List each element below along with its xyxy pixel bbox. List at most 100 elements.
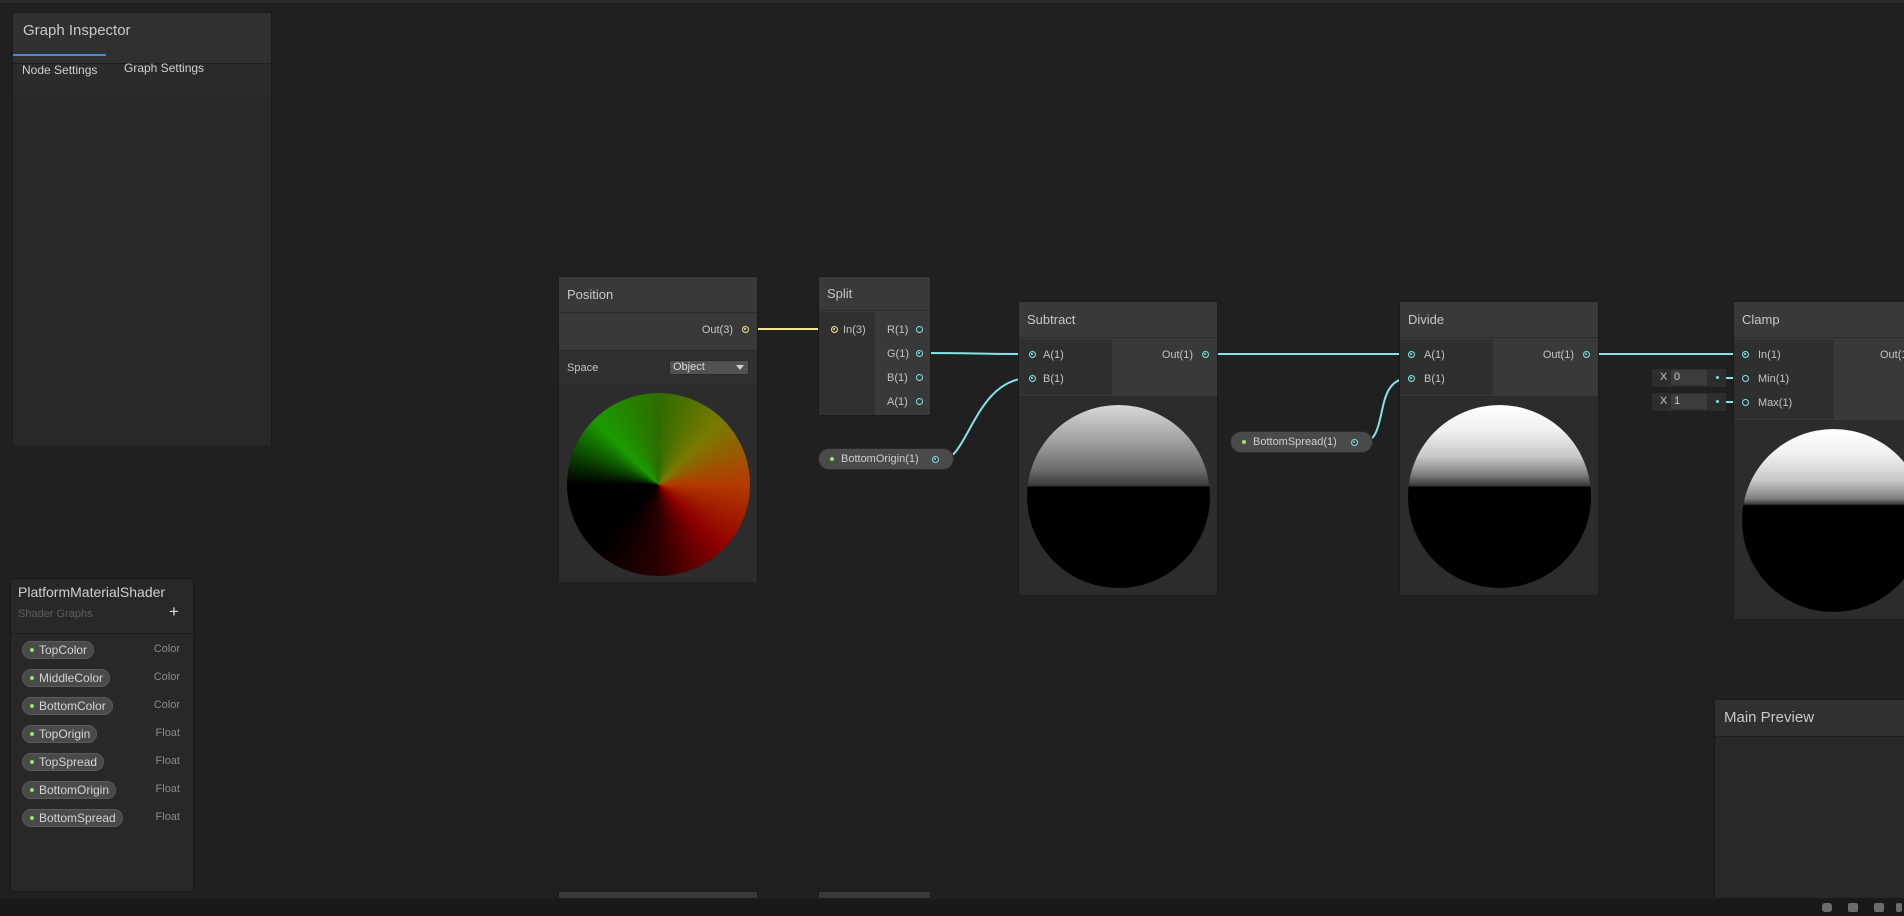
position-out-label: Out(3) [701, 324, 733, 336]
property-type: Color [153, 671, 180, 683]
clamp-min-value[interactable]: 0 [1671, 370, 1707, 385]
subtract-node[interactable]: Subtract A(1) B(1) Out(1) [1018, 301, 1218, 595]
property-pill[interactable]: MiddleColor [22, 669, 111, 687]
bottom-spread-property-node[interactable]: BottomSpread(1) [1230, 431, 1373, 453]
wire-split-g-to-subtract-a [921, 352, 1031, 355]
blackboard-header-divider [11, 633, 193, 634]
space-label: Space [567, 362, 599, 374]
property-type: Color [153, 643, 180, 655]
property-pill[interactable]: BottomSpread [22, 809, 123, 827]
main-preview-panel: Main Preview [1714, 699, 1904, 899]
network-icon[interactable] [1874, 903, 1884, 912]
clamp-min-connector-dot [1716, 376, 1719, 379]
split-b-label: B(1) [887, 372, 908, 384]
offscreen-node-stub [558, 891, 758, 899]
divide-b-label: B(1) [1424, 373, 1445, 385]
clamp-in-port[interactable] [1742, 351, 1749, 358]
split-g-label: G(1) [887, 348, 909, 360]
space-dropdown-value: Object [673, 361, 705, 373]
clamp-preview-area [1734, 420, 1904, 619]
clamp-max-connector-dot [1716, 400, 1719, 403]
bottom-origin-out-port[interactable] [932, 456, 939, 463]
spinner-icon [1896, 903, 1902, 912]
subtract-b-port[interactable] [1029, 375, 1036, 382]
split-in-port[interactable] [831, 326, 838, 333]
tab-graph-settings-label: Graph Settings [124, 61, 205, 75]
property-dot-icon [1242, 440, 1246, 444]
blackboard-property-topcolor[interactable]: TopColor Color [22, 641, 180, 661]
bottom-origin-property-node[interactable]: BottomOrigin(1) [818, 448, 954, 470]
divide-preview-sphere [1408, 405, 1591, 588]
subtract-inputs-bg [1019, 339, 1112, 395]
bottom-spread-label: BottomSpread(1) [1253, 436, 1337, 448]
blackboard-property-bottomspread[interactable]: BottomSpread Float [22, 809, 180, 829]
package-icon[interactable] [1848, 903, 1858, 912]
property-pill[interactable]: TopOrigin [22, 725, 98, 743]
main-preview-header: Main Preview [1715, 700, 1904, 737]
subtract-node-title: Subtract [1019, 302, 1217, 338]
property-type: Float [155, 727, 180, 739]
subtract-out-port[interactable] [1202, 351, 1209, 358]
property-type: Float [155, 811, 180, 823]
position-preview-sphere [567, 393, 750, 576]
property-pill[interactable]: BottomOrigin [22, 781, 117, 799]
position-node-title: Position [559, 277, 757, 313]
clamp-node-title: Clamp [1734, 302, 1904, 338]
split-r-port[interactable] [916, 326, 923, 333]
clamp-min-field[interactable]: X 0 [1652, 369, 1726, 387]
clamp-node[interactable]: Clamp In(1) Min(1) Max(1) Out(1) [1733, 301, 1904, 619]
property-type: Float [155, 755, 180, 767]
clamp-max-x-label: X [1660, 395, 1668, 407]
tab-graph-settings[interactable]: Graph Settings [115, 54, 213, 82]
blackboard-subtitle: Shader Graphs [18, 608, 93, 620]
blackboard-property-middlecolor[interactable]: MiddleColor Color [22, 669, 180, 689]
wire-bottomorigin-to-subtract-b [941, 377, 1031, 461]
blackboard-property-bottomcolor[interactable]: BottomColor Color [22, 697, 180, 717]
position-out-row: Out(3) [559, 314, 757, 350]
property-pill[interactable]: TopColor [22, 641, 95, 659]
subtract-b-label: B(1) [1043, 373, 1064, 385]
split-g-port[interactable] [916, 350, 923, 357]
divide-a-port[interactable] [1408, 351, 1415, 358]
divide-inputs-bg [1400, 339, 1493, 395]
space-dropdown[interactable]: Object [669, 360, 749, 375]
tab-node-settings[interactable]: Node Settings [13, 54, 107, 82]
bottom-origin-label: BottomOrigin(1) [841, 453, 919, 465]
clamp-preview-sphere [1742, 429, 1904, 612]
clamp-max-value[interactable]: 1 [1671, 394, 1707, 409]
blackboard-property-bottomorigin[interactable]: BottomOrigin Float [22, 781, 180, 801]
position-preview-area [559, 384, 757, 582]
position-space-row: Space Object [559, 350, 757, 385]
clamp-max-port[interactable] [1742, 399, 1749, 406]
property-pill[interactable]: BottomColor [22, 697, 113, 715]
divide-b-port[interactable] [1408, 375, 1415, 382]
split-a-label: A(1) [887, 396, 908, 408]
divide-out-port[interactable] [1583, 351, 1590, 358]
add-property-button[interactable]: + [169, 602, 179, 622]
blackboard-property-topspread[interactable]: TopSpread Float [22, 753, 180, 773]
blackboard-property-toporigin[interactable]: TopOrigin Float [22, 725, 180, 745]
debug-icon[interactable] [1822, 903, 1832, 912]
position-node[interactable]: Position Out(3) Space Object [558, 276, 758, 582]
blackboard-title: PlatformMaterialShader [18, 584, 166, 600]
subtract-a-port[interactable] [1029, 351, 1036, 358]
divide-node[interactable]: Divide A(1) B(1) Out(1) [1399, 301, 1599, 595]
clamp-min-port[interactable] [1742, 375, 1749, 382]
split-a-port[interactable] [916, 398, 923, 405]
offscreen-node-stub [818, 891, 931, 899]
divide-preview-area [1400, 396, 1598, 595]
clamp-out-label: Out(1) [1880, 349, 1904, 361]
main-preview-title: Main Preview [1724, 709, 1815, 726]
chevron-down-icon [736, 365, 744, 370]
divide-a-label: A(1) [1424, 349, 1445, 361]
clamp-min-label: Min(1) [1758, 373, 1790, 385]
split-b-port[interactable] [916, 374, 923, 381]
clamp-max-field[interactable]: X 1 [1652, 393, 1726, 411]
status-bar [0, 899, 1904, 916]
property-pill[interactable]: TopSpread [22, 753, 105, 771]
split-node[interactable]: Split In(3) R(1) G(1) B(1) A(1) [818, 276, 931, 416]
property-type: Color [153, 699, 180, 711]
position-out-port[interactable] [742, 326, 749, 333]
clamp-in-label: In(1) [1758, 349, 1781, 361]
bottom-spread-out-port[interactable] [1351, 439, 1358, 446]
